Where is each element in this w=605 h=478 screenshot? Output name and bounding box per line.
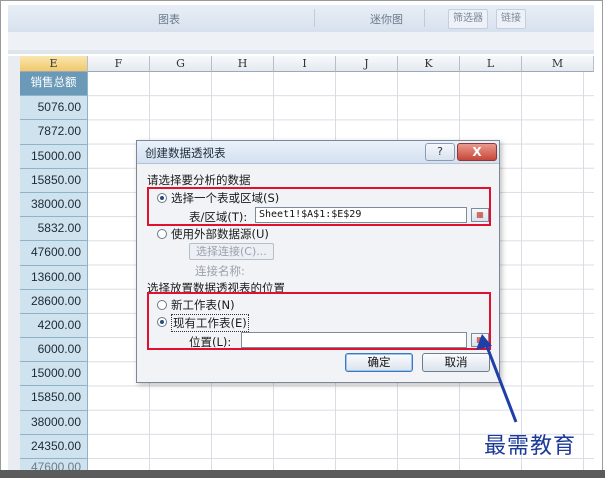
formula-bar-area	[8, 32, 594, 51]
connection-name-label: 连接名称:	[195, 264, 245, 278]
watermark-text: 最需教育	[484, 434, 577, 459]
table-cell[interactable]: 28600.00	[20, 289, 88, 314]
ribbon-separator	[314, 9, 315, 27]
column-e-cells: 销售总额 5076.00 7872.00 15000.00 15850.00 3…	[20, 72, 88, 475]
highlight-box-data-range	[147, 187, 491, 226]
table-cell[interactable]: 15000.00	[20, 144, 88, 169]
column-header-j[interactable]: J	[336, 56, 398, 72]
column-header-i[interactable]: I	[274, 56, 336, 72]
dialog-title: 创建数据透视表	[145, 146, 226, 160]
table-cell[interactable]: 6000.00	[20, 338, 88, 363]
bottom-border	[0, 470, 605, 478]
choose-connection-button[interactable]: 选择连接(C)...	[189, 243, 274, 260]
ribbon-group-chart: 图表	[158, 13, 180, 26]
table-cell[interactable]: 7872.00	[20, 120, 88, 145]
column-header-k[interactable]: K	[398, 56, 460, 72]
help-button[interactable]: ?	[425, 143, 455, 161]
table-cell[interactable]: 38000.00	[20, 192, 88, 218]
ribbon-separator	[424, 9, 425, 27]
column-header-g[interactable]: G	[150, 56, 212, 72]
table-cell[interactable]: 24350.00	[20, 434, 88, 459]
table-cell[interactable]: 15850.00	[20, 168, 88, 193]
table-cell[interactable]: 47600.00	[20, 241, 88, 266]
radio-external-source[interactable]	[157, 229, 167, 239]
radio-external-source-label[interactable]: 使用外部数据源(U)	[171, 226, 269, 242]
table-cell[interactable]: 38000.00	[20, 410, 88, 435]
ok-button[interactable]: 确定	[345, 353, 413, 372]
column-header-f[interactable]: F	[88, 56, 150, 72]
table-cell[interactable]: 5076.00	[20, 96, 88, 121]
toolbar-divider	[8, 50, 594, 54]
create-pivot-table-dialog: 创建数据透视表 ? X 请选择要分析的数据 选择一个表或区域(S) 表/区域(T…	[136, 140, 500, 383]
column-header-m[interactable]: M	[522, 56, 594, 72]
section-analyze-data-label: 请选择要分析的数据	[147, 173, 251, 187]
link-button[interactable]: 链接	[496, 9, 526, 29]
table-cell[interactable]: 5832.00	[20, 217, 88, 242]
annotation-arrow-icon	[476, 334, 518, 423]
table-cell[interactable]: 15000.00	[20, 362, 88, 387]
column-header-h[interactable]: H	[212, 56, 274, 72]
slicer-button[interactable]: 筛选器	[448, 9, 488, 29]
dialog-titlebar[interactable]: 创建数据透视表 ? X	[137, 141, 499, 164]
table-cell[interactable]: 4200.00	[20, 313, 88, 339]
column-header-l[interactable]: L	[460, 56, 522, 72]
column-header-e[interactable]: E	[20, 56, 88, 72]
table-cell[interactable]: 15850.00	[20, 386, 88, 411]
table-cell[interactable]: 13600.00	[20, 265, 88, 290]
highlight-box-location	[147, 292, 491, 350]
cell-header[interactable]: 销售总额	[20, 72, 88, 97]
ribbon-group-sparklines: 迷你图	[370, 13, 403, 26]
ribbon: 图表 迷你图 筛选器 链接	[8, 5, 594, 33]
close-button[interactable]: X	[457, 143, 497, 161]
